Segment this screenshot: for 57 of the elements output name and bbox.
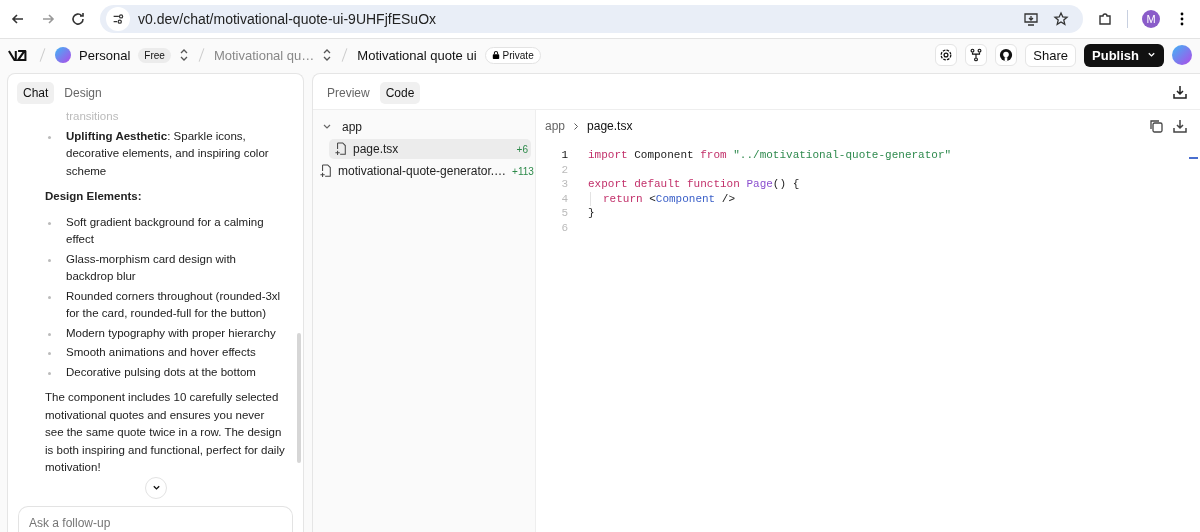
folder-item[interactable]: app xyxy=(317,117,531,137)
install-app-icon[interactable] xyxy=(1023,11,1039,27)
chevron-down-icon[interactable] xyxy=(151,484,161,491)
code-line: return <Component /> xyxy=(590,191,736,206)
team-name[interactable]: Personal xyxy=(79,47,131,63)
tab[interactable]: Chat xyxy=(17,82,55,104)
tab[interactable]: Design xyxy=(58,82,108,104)
file-plus-icon xyxy=(320,164,332,178)
copy-icon[interactable] xyxy=(1148,118,1164,134)
file-item[interactable]: page.tsx +6 xyxy=(329,139,531,159)
code-line: } xyxy=(587,206,595,221)
list-item: Smooth animations and hover effects xyxy=(45,344,285,362)
list-item: Uplifting Aesthetic: Sparkle icons, decorative elements, and inspiring color scheme xyxy=(45,127,285,180)
paragraph: The component includes 10 carefully selected motivational quotes and ensures you never see the same quote twice in a row. The design is both inspiring and functional, perfect for daily motivation! xyxy=(45,390,285,475)
caret-icon[interactable] xyxy=(1147,52,1156,58)
site-settings-icon[interactable] xyxy=(106,7,130,31)
code-line: export default function Page() { xyxy=(587,177,800,192)
overview-ruler-mark xyxy=(1189,157,1198,159)
chevron-updown-icon[interactable] xyxy=(178,48,189,62)
breadcrumb-item[interactable]: app xyxy=(545,119,566,133)
download-icon[interactable] xyxy=(1172,118,1188,134)
follow-up-field[interactable]: Ask a follow-up xyxy=(18,506,293,532)
line-number: 3 xyxy=(560,177,568,192)
lock-icon xyxy=(491,50,500,60)
bookmark-star-icon[interactable] xyxy=(1053,11,1069,27)
line-number: 4 xyxy=(560,191,568,206)
line-number: 5 xyxy=(560,206,568,221)
line-number: 2 xyxy=(560,162,568,177)
chevron-updown-icon[interactable] xyxy=(322,48,333,62)
line-number: 6 xyxy=(560,220,568,235)
code-line: import Component from "../motivational-quote-generator" xyxy=(587,148,952,163)
project-name[interactable]: Motivational qu… xyxy=(213,47,315,63)
tab[interactable]: Preview xyxy=(321,82,376,104)
url-text: v0.dev/chat/motivational-quote-ui-9UHFjfESuOx xyxy=(138,11,437,27)
list-item: Rounded corners throughout (rounded-3xl for the card, rounded-full for the button) xyxy=(45,287,285,323)
breadcrumb-item[interactable]: page.tsx xyxy=(587,119,633,133)
publish-button[interactable]: Publish xyxy=(1084,43,1164,67)
list-item-text: transitions xyxy=(65,109,120,124)
team-avatar xyxy=(55,47,71,63)
address-bar[interactable]: v0.dev/chat/motivational-quote-ui-9UHFjfESuOx xyxy=(100,5,1083,33)
list-item: Decorative pulsing dots at the bottom xyxy=(45,363,285,381)
list-item: Soft gradient background for a calming effect xyxy=(45,213,285,249)
list-item: Modern typography with proper hierarchy xyxy=(45,324,285,342)
section-heading: Design Elements: xyxy=(45,189,143,204)
download-icon[interactable] xyxy=(1172,83,1188,100)
user-avatar[interactable] xyxy=(1172,45,1192,65)
visibility-badge: Private xyxy=(484,46,541,64)
plan-badge: Free xyxy=(138,47,171,63)
tab[interactable]: Code xyxy=(379,82,421,104)
file-plus-icon xyxy=(335,142,347,156)
list-item: Glass-morphism card design with backdrop blur xyxy=(45,250,285,286)
chevron-right-icon xyxy=(573,121,580,131)
line-number: 1 xyxy=(560,148,568,163)
reload-icon[interactable] xyxy=(70,11,86,27)
chat-title: Motivational quote ui xyxy=(357,47,477,63)
share-button[interactable]: Share xyxy=(1025,43,1077,67)
profile-avatar[interactable]: M xyxy=(1142,10,1160,28)
